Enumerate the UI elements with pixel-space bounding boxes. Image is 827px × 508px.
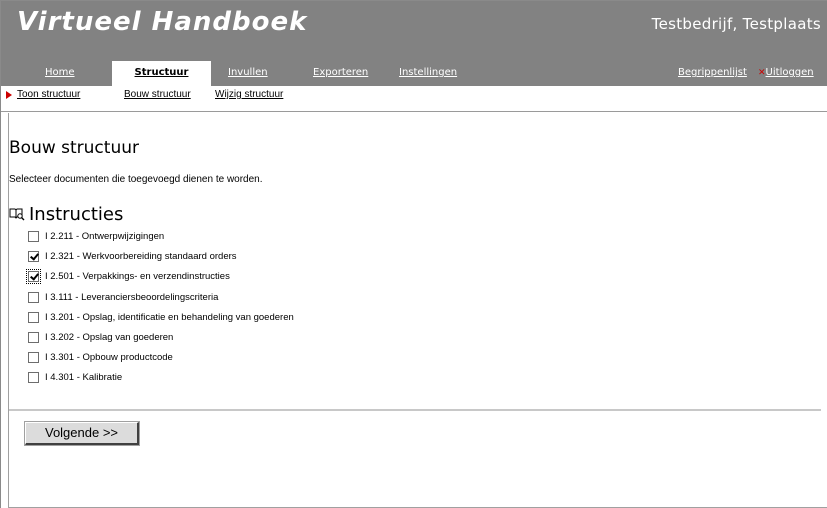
nav-exporteren[interactable]: Exporteren [313, 67, 368, 78]
list-item-label: I 3.111 - Leveranciersbeoordelingscriter… [45, 292, 219, 303]
divider [9, 409, 821, 411]
checkbox[interactable] [28, 332, 39, 343]
nav-home[interactable]: Home [45, 67, 75, 78]
close-icon: ✕ [758, 68, 766, 78]
list-item[interactable]: I 3.111 - Leveranciersbeoordelingscriter… [9, 289, 409, 307]
book-search-icon [9, 208, 25, 221]
list-item[interactable]: I 3.202 - Opslag van goederen [9, 329, 409, 347]
subnav-toon-structuur[interactable]: Toon structuur [17, 89, 80, 100]
list-item-label: I 2.211 - Ontwerpwijzigingen [45, 231, 165, 242]
list-item-label: I 4.301 - Kalibratie [45, 372, 123, 383]
subnav-wijzig-structuur[interactable]: Wijzig structuur [215, 89, 283, 100]
list-item[interactable]: I 3.201 - Opslag, identificatie en behan… [9, 309, 409, 327]
nav-begrippenlijst[interactable]: Begrippenlijst [678, 67, 747, 78]
page-title: Bouw structuur [9, 138, 139, 158]
list-item[interactable]: I 2.211 - Ontwerpwijzigingen [9, 228, 409, 246]
list-item-label: I 2.321 - Werkvoorbereiding standaard or… [45, 251, 237, 262]
current-arrow-icon [6, 91, 12, 99]
checkbox[interactable] [28, 352, 39, 363]
checkbox[interactable] [28, 372, 39, 383]
checkbox[interactable] [28, 231, 39, 242]
nav-uitloggen-label: Uitloggen [765, 67, 814, 78]
list-item-label: I 3.202 - Opslag van goederen [45, 332, 174, 343]
section-title: Instructies [29, 204, 124, 225]
app-title: Virtueel Handboek [17, 7, 308, 37]
list-item-label: I 3.301 - Opbouw productcode [45, 352, 173, 363]
list-item[interactable]: I 2.321 - Werkvoorbereiding standaard or… [9, 248, 409, 266]
list-item-label: I 3.201 - Opslag, identificatie en behan… [45, 312, 294, 323]
subnav-bouw-structuur[interactable]: Bouw structuur [124, 89, 191, 100]
next-button[interactable]: Volgende >> [25, 422, 139, 445]
list-item[interactable]: I 2.501 - Verpakkings- en verzendinstruc… [9, 268, 409, 286]
company-name: Testbedrijf, Testplaats [651, 15, 821, 33]
nav-uitloggen[interactable]: ✕Uitloggen [758, 67, 814, 78]
subnav: Toon structuur Bouw structuur Wijzig str… [1, 86, 827, 112]
checkbox[interactable] [28, 271, 39, 282]
main-nav: Home Structuur Invullen Exporteren Inste… [1, 61, 827, 97]
nav-invullen[interactable]: Invullen [228, 67, 268, 78]
list-item-label: I 2.501 - Verpakkings- en verzendinstruc… [45, 271, 230, 282]
list-item[interactable]: I 3.301 - Opbouw productcode [9, 349, 409, 367]
checkbox[interactable] [28, 251, 39, 262]
intro-text: Selecteer documenten die toegevoegd dien… [9, 174, 263, 185]
checkbox[interactable] [28, 312, 39, 323]
header: Virtueel Handboek Testbedrijf, Testplaat… [1, 1, 827, 97]
list-item[interactable]: I 4.301 - Kalibratie [9, 369, 409, 387]
nav-instellingen[interactable]: Instellingen [399, 67, 457, 78]
checkbox[interactable] [28, 292, 39, 303]
nav-structuur-label[interactable]: Structuur [112, 67, 211, 78]
